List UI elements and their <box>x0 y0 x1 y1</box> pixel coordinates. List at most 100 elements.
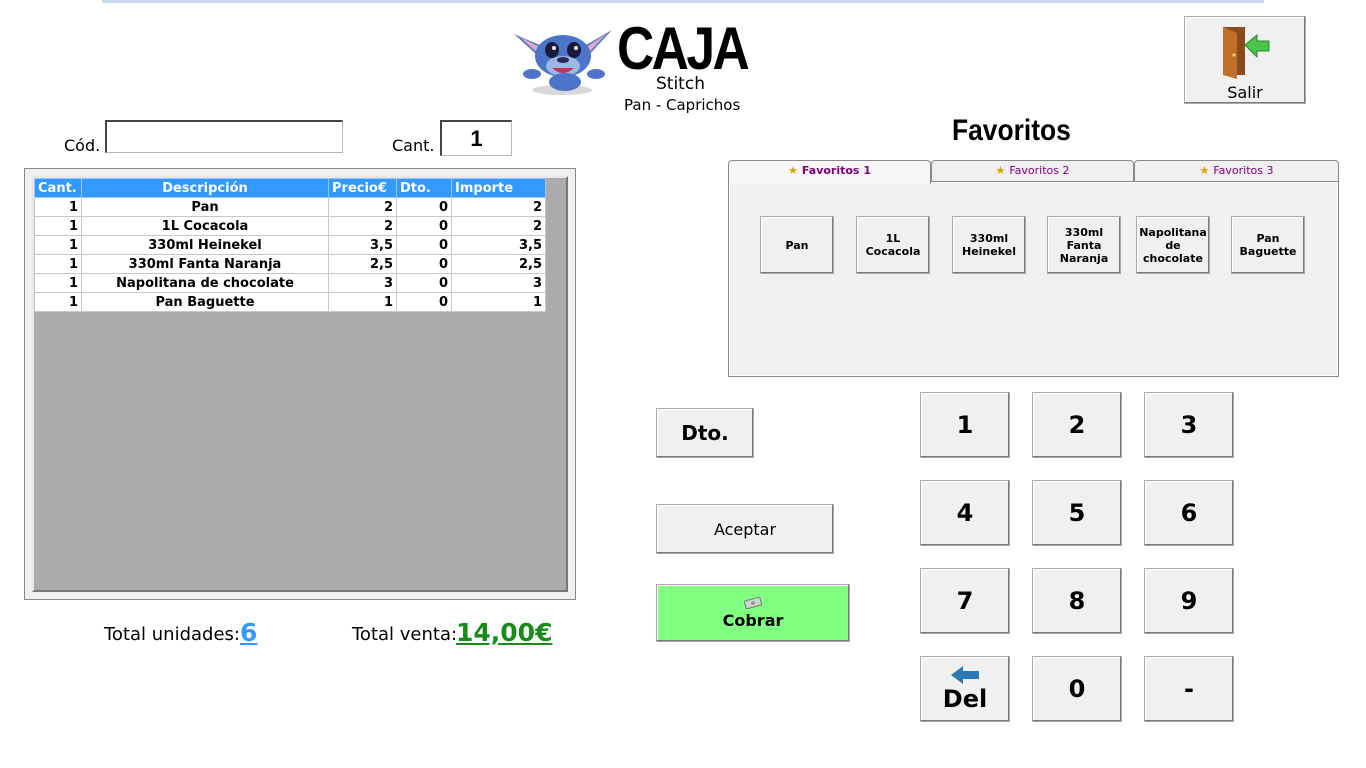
cell-qty[interactable]: 1 <box>34 273 82 293</box>
cell-description[interactable]: 330ml Heinekel <box>81 235 329 255</box>
tab-label: Favoritos 3 <box>1213 164 1274 177</box>
key-label: 1 <box>956 411 974 439</box>
key-label: - <box>1184 675 1194 703</box>
key-label: 9 <box>1180 587 1198 615</box>
favorite-button-label: 330ml Heinekel <box>962 232 1016 258</box>
cell-price[interactable]: 1 <box>328 292 397 312</box>
cell-price[interactable]: 2,5 <box>328 254 397 274</box>
key-0[interactable]: 0 <box>1032 656 1122 722</box>
star-icon: ★ <box>995 164 1006 177</box>
favorites-panel <box>728 181 1339 377</box>
total-units-label: Total unidades: <box>104 624 240 645</box>
table-row[interactable]: 1 330ml Heinekel 3,5 0 3,5 <box>34 235 546 255</box>
key-label: 8 <box>1068 587 1086 615</box>
key-delete[interactable]: Del <box>920 656 1010 722</box>
table-row[interactable]: 1 Pan 2 0 2 <box>34 197 546 217</box>
code-input[interactable] <box>105 120 343 153</box>
favorites-title: Favoritos <box>952 114 1071 147</box>
key-7[interactable]: 7 <box>920 568 1010 634</box>
key-3[interactable]: 3 <box>1144 392 1234 458</box>
key-label: 6 <box>1180 499 1198 527</box>
quantity-input[interactable] <box>440 120 512 156</box>
key-label: 2 <box>1068 411 1086 439</box>
cell-description[interactable]: 330ml Fanta Naranja <box>81 254 329 274</box>
cell-price[interactable]: 3,5 <box>328 235 397 255</box>
cell-amount[interactable]: 1 <box>451 292 546 312</box>
favorite-button-napolitana[interactable]: Napolitana de chocolate <box>1136 216 1210 274</box>
favorite-button-cocacola[interactable]: 1L Cocacola <box>856 216 930 274</box>
discount-button[interactable]: Dto. <box>656 408 754 458</box>
favorite-button-fanta-naranja[interactable]: 330ml Fanta Naranja <box>1047 216 1121 274</box>
cell-qty[interactable]: 1 <box>34 235 82 255</box>
cell-qty[interactable]: 1 <box>34 254 82 274</box>
cell-description[interactable]: Napolitana de chocolate <box>81 273 329 293</box>
key-4[interactable]: 4 <box>920 480 1010 546</box>
cell-description[interactable]: Pan <box>81 197 329 217</box>
total-sale-label: Total venta: <box>352 624 458 645</box>
app-subtitle: Stitch <box>656 74 705 94</box>
table-row[interactable]: 1 Pan Baguette 1 0 1 <box>34 292 546 312</box>
exit-button[interactable]: Salir <box>1184 16 1306 104</box>
cell-amount[interactable]: 2,5 <box>451 254 546 274</box>
key-6[interactable]: 6 <box>1144 480 1234 546</box>
column-header-price[interactable]: Precio€ <box>328 178 397 198</box>
cell-amount[interactable]: 2 <box>451 197 546 217</box>
cell-discount[interactable]: 0 <box>396 197 452 217</box>
cell-discount[interactable]: 0 <box>396 292 452 312</box>
cell-qty[interactable]: 1 <box>34 292 82 312</box>
key-9[interactable]: 9 <box>1144 568 1234 634</box>
cell-qty[interactable]: 1 <box>34 216 82 236</box>
cell-description[interactable]: Pan Baguette <box>81 292 329 312</box>
key-label: Del <box>942 685 988 713</box>
star-icon: ★ <box>788 164 798 177</box>
cell-discount[interactable]: 0 <box>396 216 452 236</box>
table-row[interactable]: 1 330ml Fanta Naranja 2,5 0 2,5 <box>34 254 546 274</box>
money-icon <box>744 596 762 609</box>
column-header-description[interactable]: Descripción <box>81 178 329 198</box>
cell-qty[interactable]: 1 <box>34 197 82 217</box>
items-table[interactable]: Cant. Descripción Precio€ Dto. Importe 1… <box>34 178 546 312</box>
favorite-button-label: Pan <box>785 238 809 252</box>
tab-favoritos-3[interactable]: ★ Favoritos 3 <box>1134 160 1339 182</box>
column-header-amount[interactable]: Importe <box>451 178 546 198</box>
cell-price[interactable]: 2 <box>328 216 397 236</box>
favorite-button-label: Napolitana de chocolate <box>1139 225 1207 265</box>
favorite-button-label: 330ml Fanta Naranja <box>1059 225 1109 265</box>
column-header-discount[interactable]: Dto. <box>396 178 452 198</box>
tab-favoritos-2[interactable]: ★ Favoritos 2 <box>931 160 1134 182</box>
cell-discount[interactable]: 0 <box>396 254 452 274</box>
code-label: Cód. <box>64 136 101 155</box>
favorite-button-pan-baguette[interactable]: Pan Baguette <box>1231 216 1305 274</box>
accept-button[interactable]: Aceptar <box>656 504 834 554</box>
quantity-label: Cant. <box>392 136 435 155</box>
charge-button-label: Cobrar <box>722 610 784 630</box>
favorite-button-pan[interactable]: Pan <box>760 216 834 274</box>
key-2[interactable]: 2 <box>1032 392 1122 458</box>
table-row[interactable]: 1 Napolitana de chocolate 3 0 3 <box>34 273 546 293</box>
table-header-row: Cant. Descripción Precio€ Dto. Importe <box>34 178 546 198</box>
column-header-qty[interactable]: Cant. <box>34 178 82 198</box>
key-8[interactable]: 8 <box>1032 568 1122 634</box>
cell-amount[interactable]: 2 <box>451 216 546 236</box>
key-label: 4 <box>956 499 974 527</box>
cell-description[interactable]: 1L Cocacola <box>81 216 329 236</box>
back-arrow-icon <box>951 666 979 684</box>
key-1[interactable]: 1 <box>920 392 1010 458</box>
door-exit-icon <box>1223 27 1270 79</box>
shop-name: Pan - Caprichos <box>624 96 741 114</box>
charge-button[interactable]: Cobrar <box>656 584 850 642</box>
cell-amount[interactable]: 3,5 <box>451 235 546 255</box>
table-row[interactable]: 1 1L Cocacola 2 0 2 <box>34 216 546 236</box>
cell-amount[interactable]: 3 <box>451 273 546 293</box>
cell-discount[interactable]: 0 <box>396 235 452 255</box>
key-minus[interactable]: - <box>1144 656 1234 722</box>
tab-favoritos-1[interactable]: ★ Favoritos 1 <box>728 160 931 184</box>
exit-button-label: Salir <box>1227 83 1263 102</box>
key-5[interactable]: 5 <box>1032 480 1122 546</box>
key-label: 7 <box>956 587 974 615</box>
discount-button-label: Dto. <box>681 421 729 445</box>
cell-price[interactable]: 2 <box>328 197 397 217</box>
cell-discount[interactable]: 0 <box>396 273 452 293</box>
cell-price[interactable]: 3 <box>328 273 397 293</box>
favorite-button-heinekel[interactable]: 330ml Heinekel <box>952 216 1026 274</box>
